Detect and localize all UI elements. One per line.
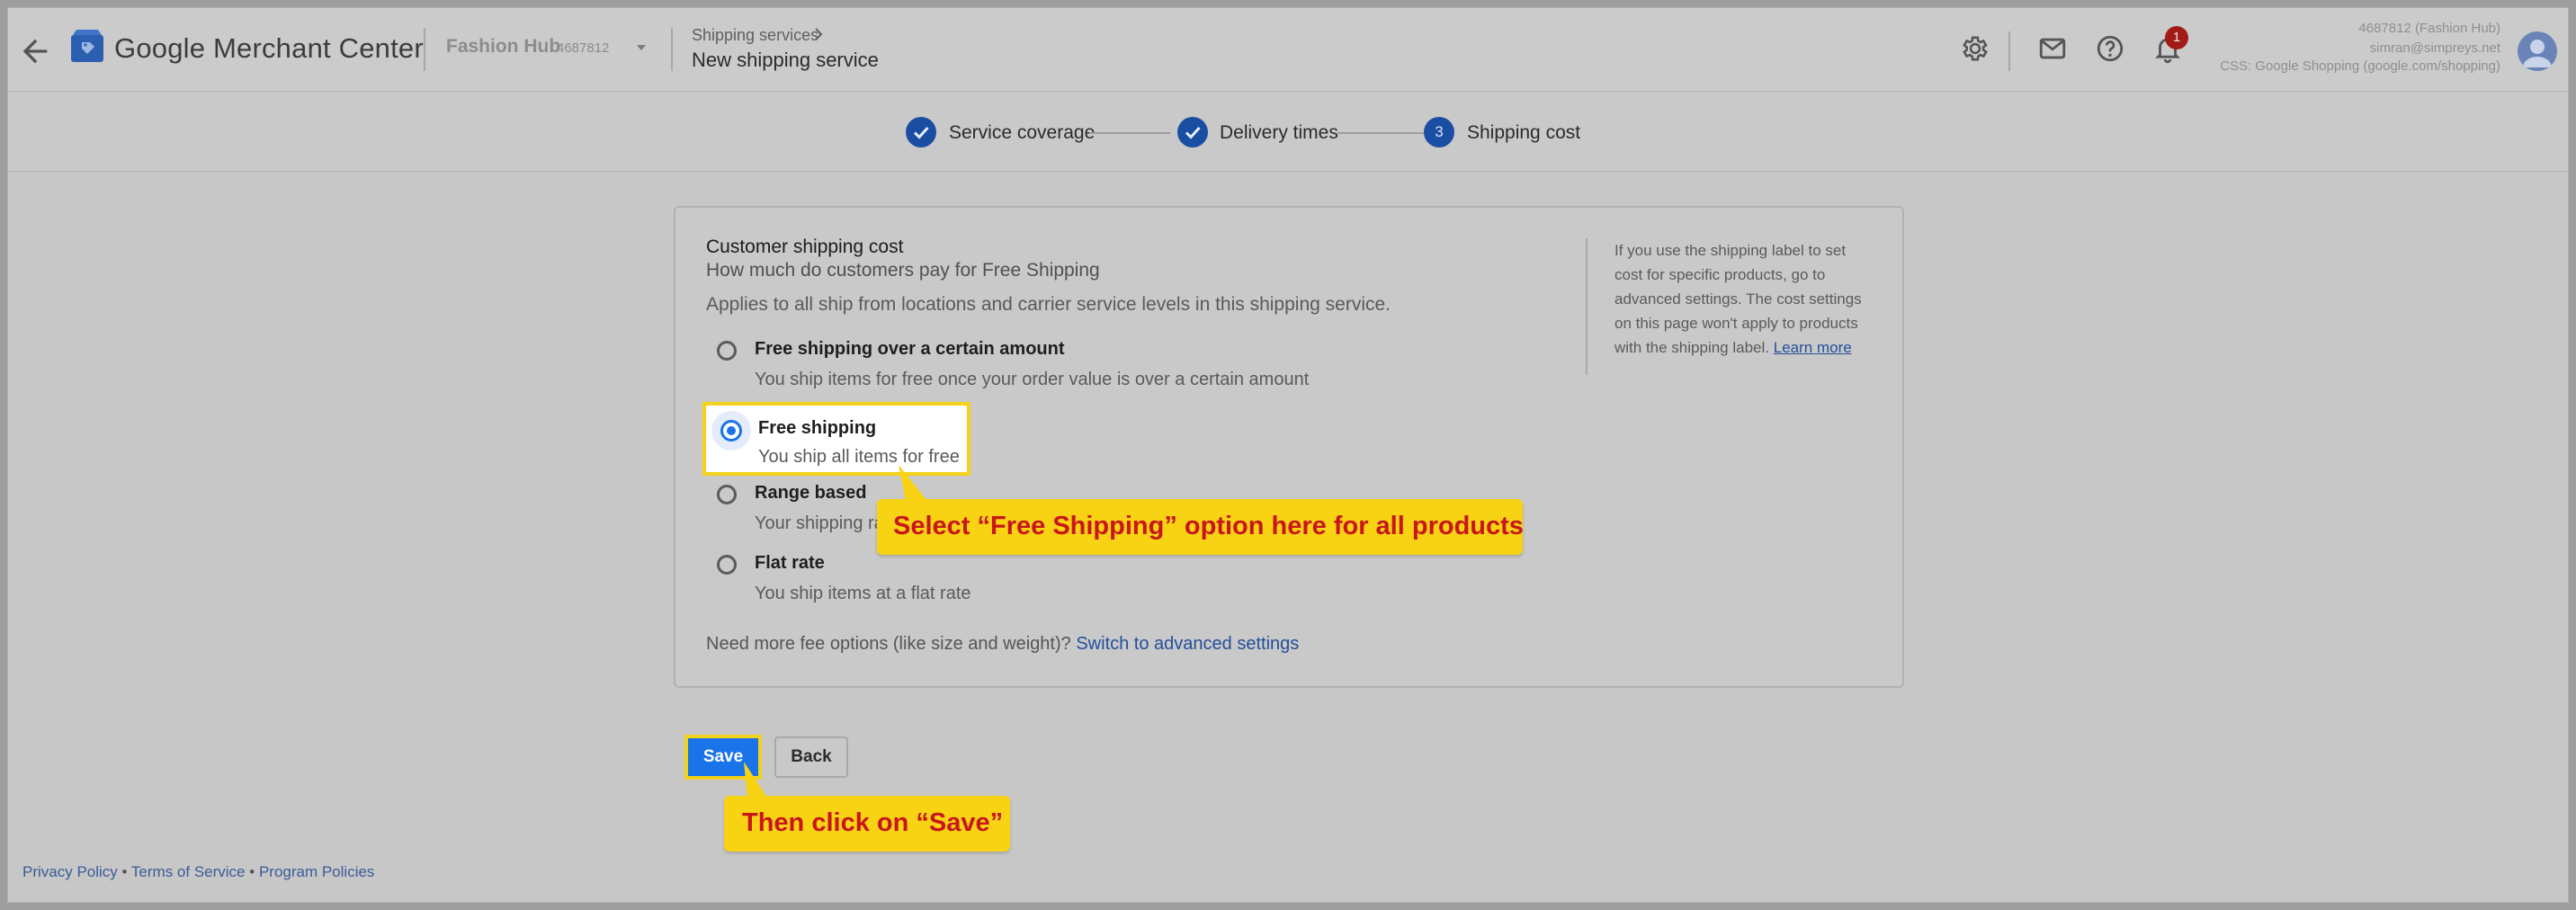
card-subtitle: How much do customers pay for Free Shipp… <box>706 260 1100 281</box>
card-title: Customer shipping cost <box>706 236 904 257</box>
app-window: Google Merchant Center Fashion Hub 46878… <box>7 7 2569 903</box>
option-title: Flat rate <box>755 553 825 573</box>
page-title: New shipping service <box>692 49 879 71</box>
step-connector <box>1089 132 1170 134</box>
option-title: Free shipping over a certain amount <box>755 339 1065 359</box>
user-css-label: CSS: Google Shopping (google.com/shoppin… <box>2220 58 2500 74</box>
callout-pointer <box>744 762 767 798</box>
switch-to-advanced-link[interactable]: Switch to advanced settings <box>1076 634 1299 654</box>
account-name[interactable]: Fashion Hub <box>446 36 560 58</box>
footer-separator: • <box>121 863 128 880</box>
back-arrow-icon[interactable] <box>17 33 53 69</box>
program-policies-link[interactable]: Program Policies <box>259 863 375 880</box>
header-divider <box>2008 31 2010 71</box>
footer-links: Privacy Policy • Terms of Service • Prog… <box>22 863 374 881</box>
step-delivery-times[interactable]: Delivery times <box>1220 122 1338 144</box>
side-note: If you use the shipping label to set cos… <box>1614 238 1875 360</box>
mail-icon[interactable] <box>2037 33 2068 64</box>
header-divider <box>671 28 673 71</box>
radio-range-based[interactable] <box>717 485 737 504</box>
breadcrumb-shipping-services[interactable]: Shipping services <box>692 26 818 45</box>
callout-pointer <box>899 465 927 501</box>
option-description: You ship items at a flat rate <box>755 584 971 603</box>
product-brand: Google Merchant Center <box>114 32 424 65</box>
card-description: Applies to all ship from locations and c… <box>706 294 1391 315</box>
help-icon[interactable] <box>2095 33 2125 64</box>
user-email: simran@simpreys.net <box>2369 40 2500 56</box>
terms-of-service-link[interactable]: Terms of Service <box>131 863 246 880</box>
brand-product: Merchant Center <box>213 32 424 64</box>
option-title: Free shipping <box>758 418 877 438</box>
option-title: Range based <box>755 483 867 503</box>
advanced-hint-text: Need more fee options (like size and wei… <box>706 634 1071 654</box>
step-shipping-cost: Shipping cost <box>1467 122 1581 143</box>
avatar[interactable] <box>2518 31 2557 71</box>
radio-flat-rate[interactable] <box>717 555 737 575</box>
privacy-policy-link[interactable]: Privacy Policy <box>22 863 118 880</box>
merchant-center-logo-icon <box>71 30 103 62</box>
learn-more-link[interactable]: Learn more <box>1774 339 1852 356</box>
step-service-coverage[interactable]: Service coverage <box>949 122 1095 144</box>
caret-down-icon[interactable] <box>634 40 648 55</box>
progress-stepper: Service coverage Delivery times 3 Shippi… <box>8 92 2568 172</box>
instruction-callout-save: Then click on “Save” <box>724 796 1010 852</box>
instruction-callout-free-shipping: Select “Free Shipping” option here for a… <box>877 499 1524 555</box>
advanced-settings-hint: Need more fee options (like size and wei… <box>706 634 1299 655</box>
step-number-badge: 3 <box>1424 117 1454 147</box>
option-description: You ship items for free once your order … <box>755 370 1310 389</box>
footer-separator: • <box>249 863 255 880</box>
account-id: 4687812 <box>557 40 610 56</box>
step-done-check-icon <box>1177 117 1208 147</box>
header-divider <box>424 28 425 71</box>
radio-free-over-amount[interactable] <box>717 341 737 361</box>
chevron-right-icon <box>815 28 823 40</box>
gear-icon[interactable] <box>1960 33 1990 64</box>
step-done-check-icon <box>906 117 936 147</box>
step-connector <box>1337 132 1424 134</box>
notification-badge: 1 <box>2165 26 2188 49</box>
user-account-label: 4687812 (Fashion Hub) <box>2358 21 2500 36</box>
top-app-bar: Google Merchant Center Fashion Hub 46878… <box>8 8 2568 92</box>
person-icon <box>2523 40 2552 67</box>
radio-free-shipping[interactable] <box>720 420 742 442</box>
back-button[interactable]: Back <box>774 736 848 778</box>
brand-google: Google <box>114 32 206 64</box>
side-note-divider <box>1586 238 1588 375</box>
